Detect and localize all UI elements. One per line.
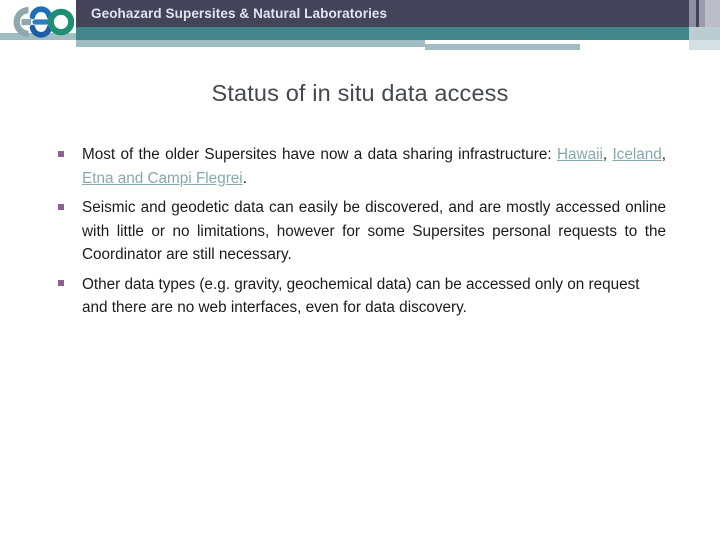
link-separator-2: , [661, 146, 667, 163]
list-item: Seismic and geodetic data can easily be … [58, 196, 666, 267]
bullet-1-text: Most of the older Supersites have now a … [82, 143, 666, 190]
bullet-marker-icon [58, 273, 82, 297]
link-separator-1: , [602, 146, 613, 163]
link-etna-and-campi-flegrei[interactable]: Etna and Campi Flegrei [82, 170, 243, 187]
header-light-band-lower-gap [580, 44, 689, 50]
header-teal-band-right-cap [689, 27, 720, 40]
bullet-marker-icon [58, 143, 82, 167]
link-terminator: . [242, 169, 247, 187]
header-teal-band [76, 27, 689, 40]
slide-header-banner: Geohazard Supersites & Natural Laborator… [0, 0, 720, 56]
header-light-band-lower [425, 44, 580, 50]
bullet-marker-icon [58, 196, 82, 220]
list-item: Other data types (e.g. gravity, geochemi… [58, 273, 666, 320]
link-hawaii[interactable]: Hawaii [557, 146, 603, 163]
header-title: Geohazard Supersites & Natural Laborator… [91, 6, 388, 21]
header-band-left-fade [0, 40, 76, 46]
bullet-3-text: Other data types (e.g. gravity, geochemi… [82, 275, 640, 317]
header-light-band-right-cap [689, 40, 720, 50]
page-title: Status of in situ data access [211, 80, 509, 106]
list-item: Most of the older Supersites have now a … [58, 143, 666, 190]
link-iceland[interactable]: Iceland [612, 146, 661, 163]
bullet-1-lead: Most of the older Supersites have now a … [82, 146, 557, 163]
geo-logo [8, 4, 75, 40]
slide-body: Most of the older Supersites have now a … [58, 143, 666, 326]
bullet-2-text: Seismic and geodetic data can easily be … [82, 199, 666, 263]
